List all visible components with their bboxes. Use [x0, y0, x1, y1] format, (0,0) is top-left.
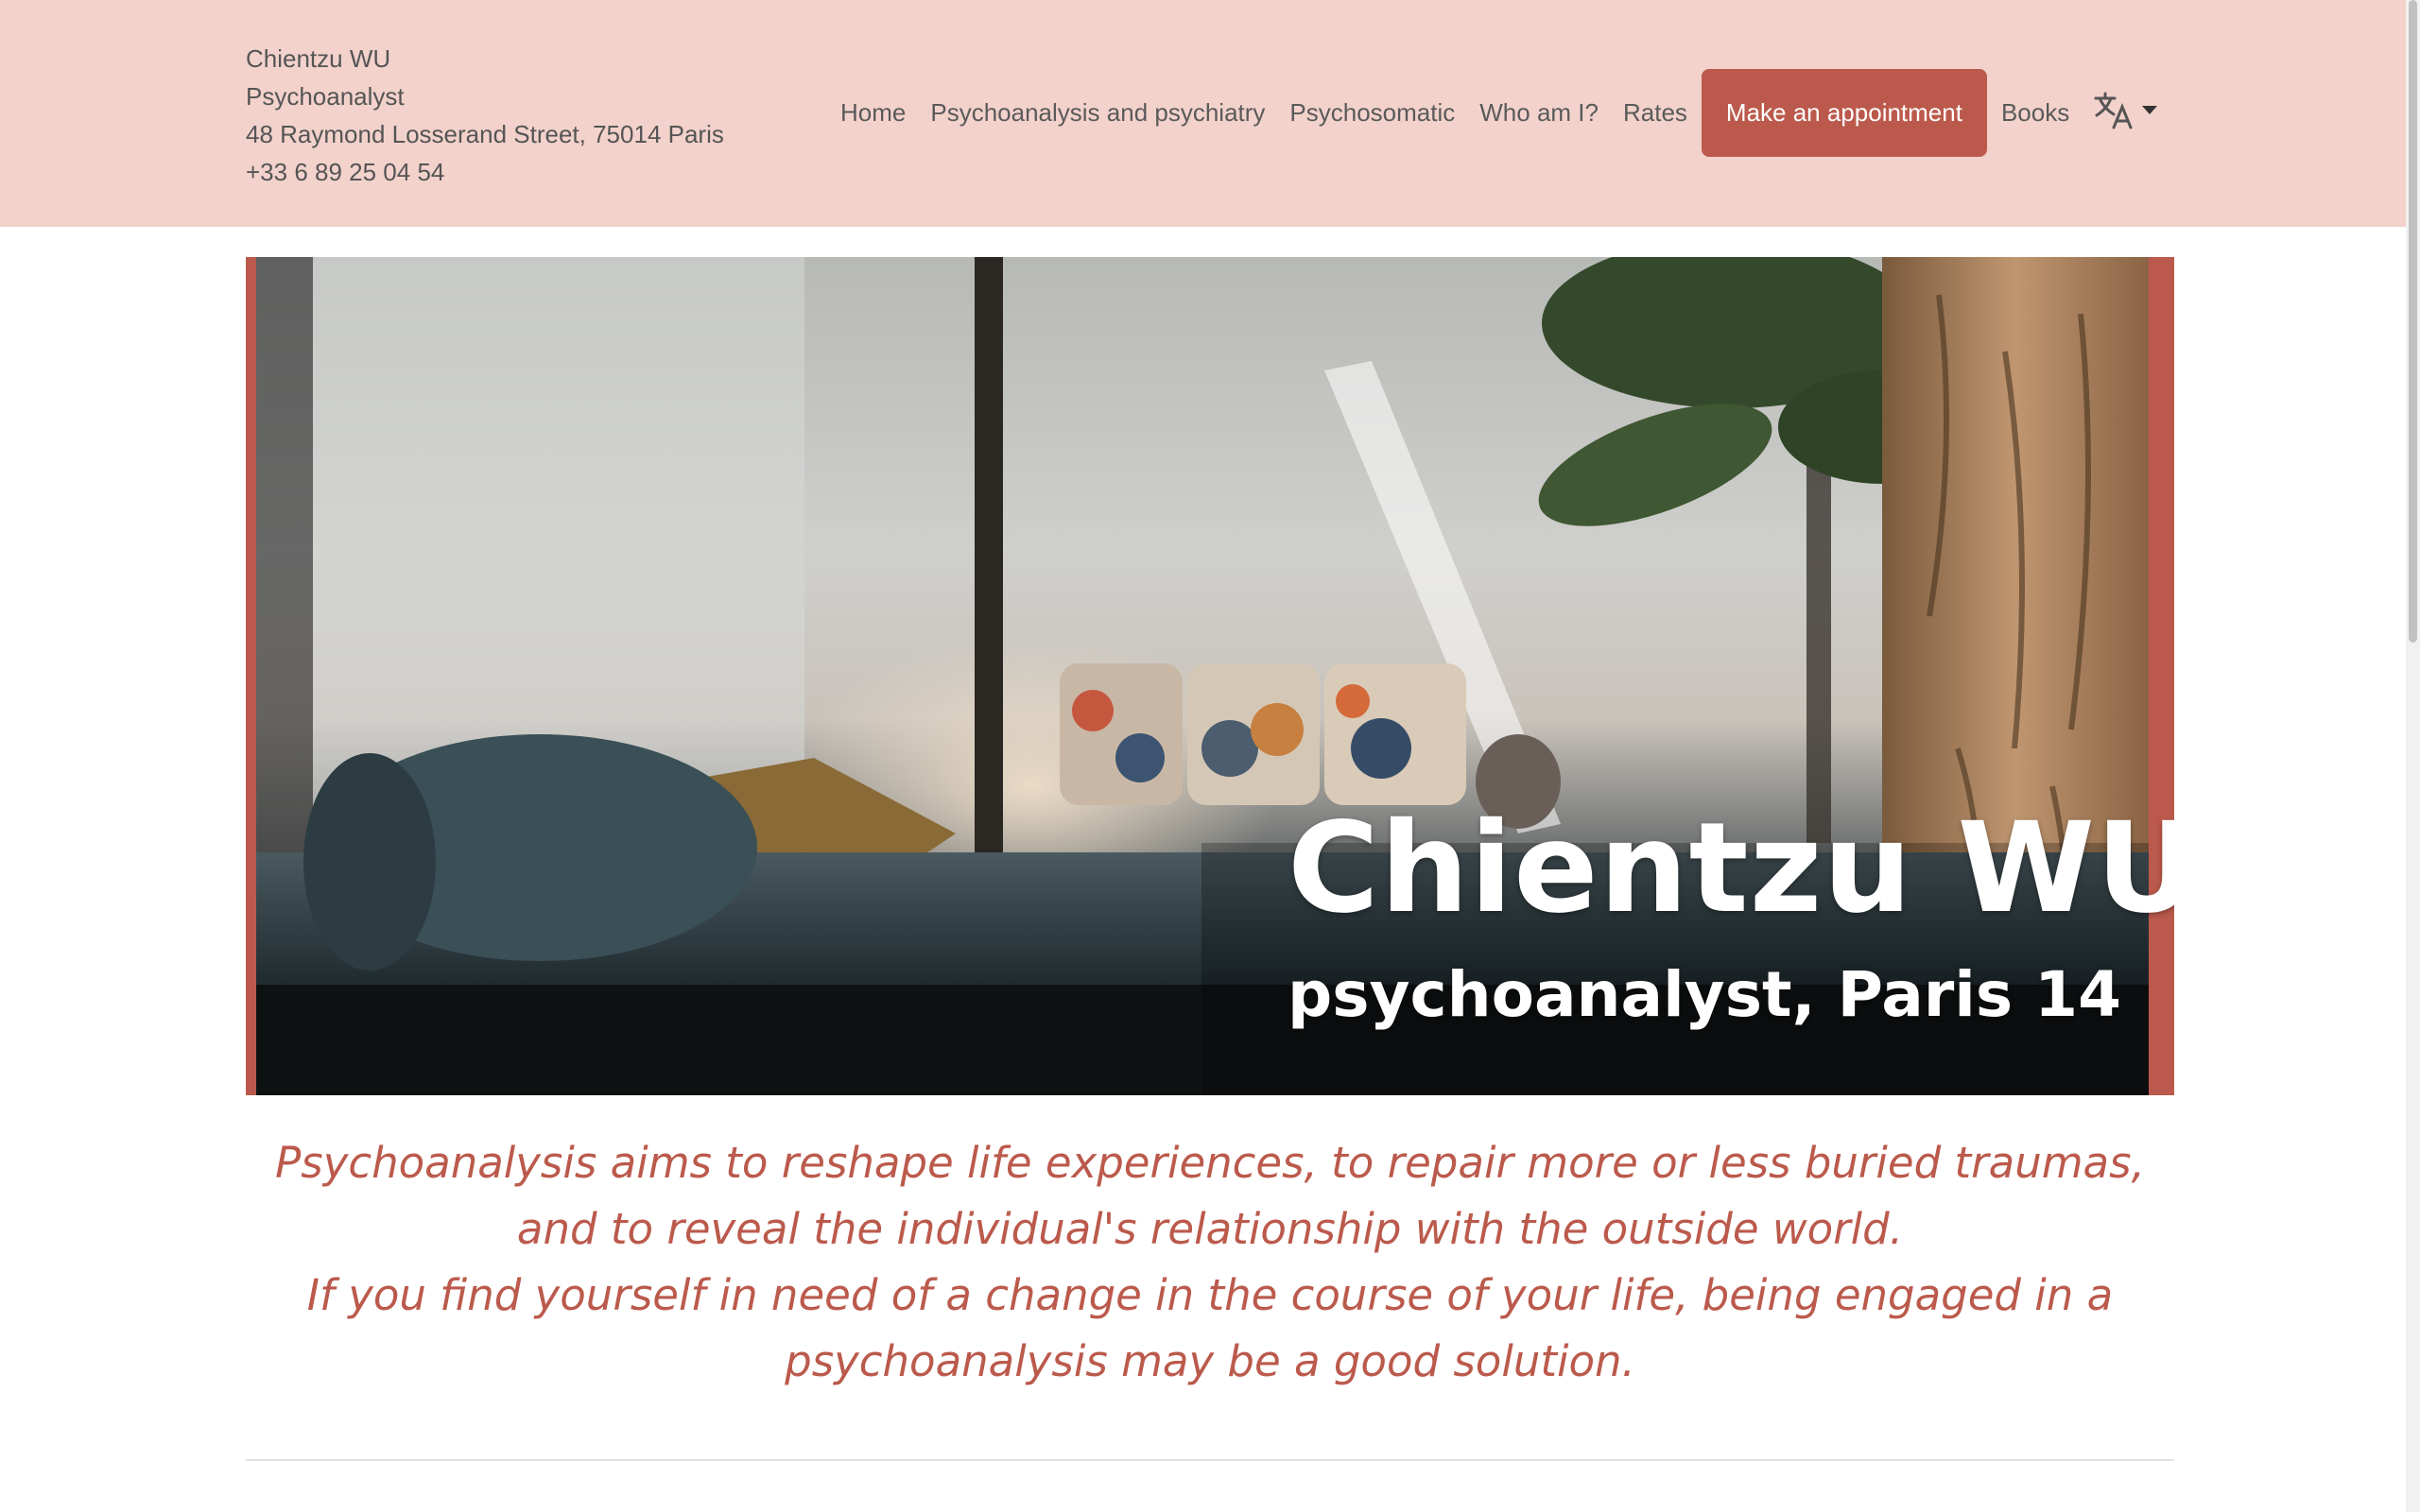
scrollbar-thumb[interactable]: [2409, 0, 2417, 643]
contact-name: Chientzu WU: [246, 44, 391, 73]
language-dropdown[interactable]: [2093, 90, 2158, 136]
nav-psychosomatic[interactable]: Psychosomatic: [1277, 98, 1467, 128]
nav-who-am-i[interactable]: Who am I?: [1467, 98, 1611, 128]
intro-paragraph-1: Psychoanalysis aims to reshape life expe…: [275, 1138, 2145, 1254]
translate-icon: [2093, 90, 2135, 136]
nav-books[interactable]: Books: [1989, 98, 2082, 128]
contact-profession: Psychoanalyst: [246, 82, 405, 111]
contact-block: Chientzu WU Psychoanalyst 48 Raymond Los…: [246, 40, 724, 191]
make-appointment-button[interactable]: Make an appointment: [1701, 69, 1987, 157]
contact-address: 48 Raymond Losserand Street, 75014 Paris: [246, 120, 724, 148]
site-header: Chientzu WU Psychoanalyst 48 Raymond Los…: [0, 0, 2406, 227]
nav-psychoanalysis-psychiatry[interactable]: Psychoanalysis and psychiatry: [918, 98, 1277, 128]
main-nav: Home Psychoanalysis and psychiatry Psych…: [828, 69, 2158, 157]
scrollbar[interactable]: [2406, 0, 2420, 1512]
hero-banner: Chientzu WU psychoanalyst, Paris 14: [246, 257, 2174, 1095]
hero-title: Chientzu WU: [1288, 796, 2174, 941]
nav-rates[interactable]: Rates: [1611, 98, 1700, 128]
hero-subtitle: psychoanalyst, Paris 14: [1288, 958, 2122, 1031]
contact-phone[interactable]: +33 6 89 25 04 54: [246, 153, 724, 191]
intro-paragraph-2: If you find yourself in need of a change…: [306, 1270, 2114, 1386]
nav-home[interactable]: Home: [828, 98, 918, 128]
section-divider: [246, 1459, 2174, 1461]
chevron-down-icon: [2142, 106, 2158, 114]
intro-text: Psychoanalysis aims to reshape life expe…: [246, 1130, 2174, 1395]
